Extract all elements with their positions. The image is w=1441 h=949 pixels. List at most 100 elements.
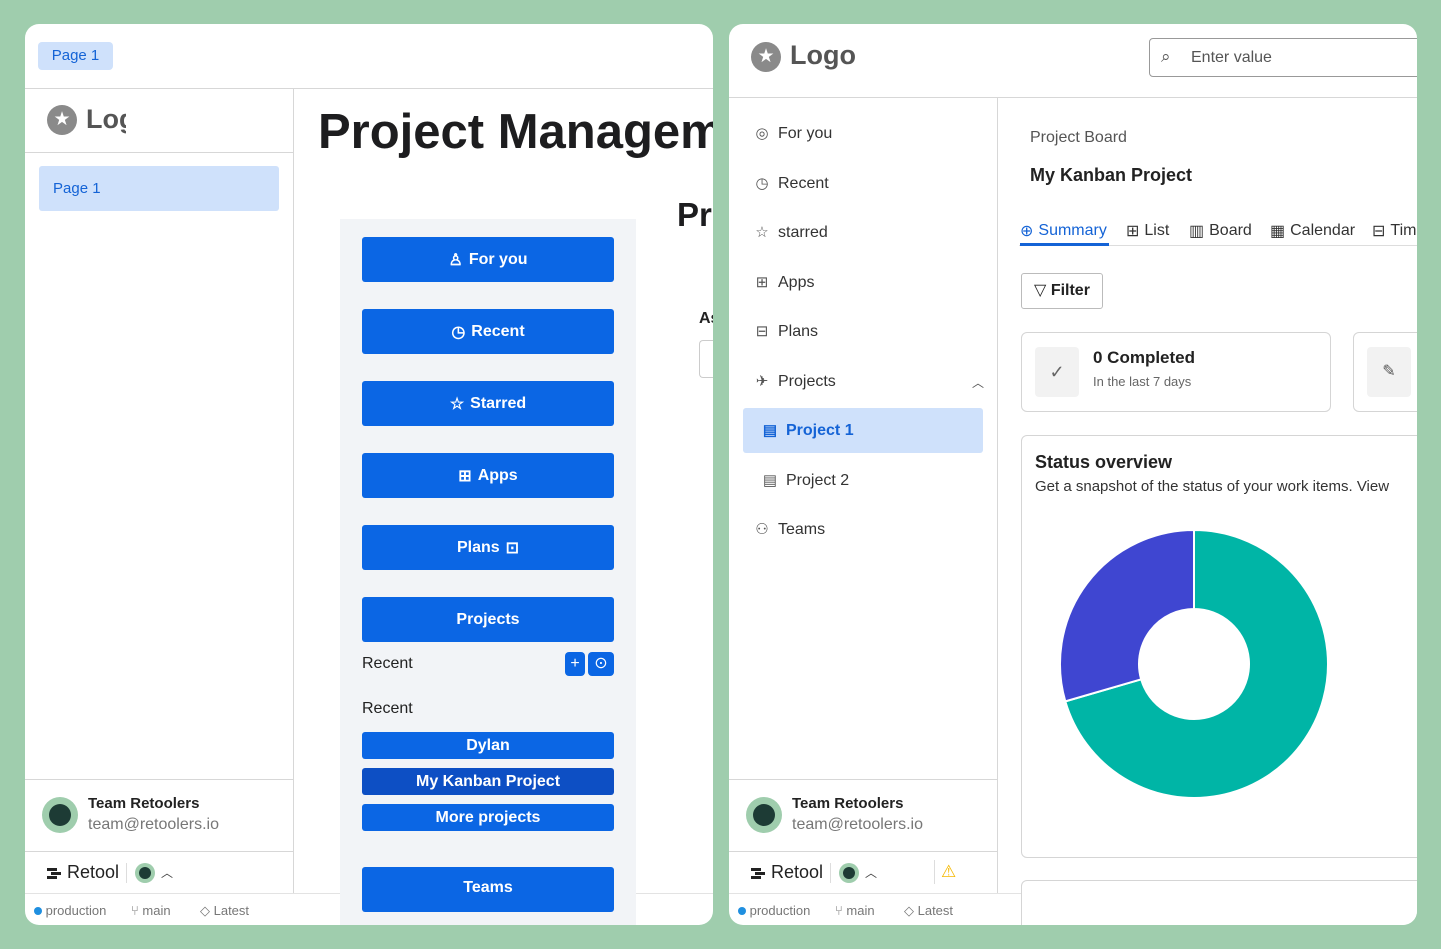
sidebar-item-apps[interactable]: ⊞ Apps (754, 274, 984, 292)
divider (830, 863, 831, 883)
active-tab-indicator (1020, 243, 1109, 246)
sidebar-item-teams[interactable]: ⚇ Teams (754, 521, 984, 539)
more-projects-button[interactable]: More projects (362, 804, 614, 831)
status-overview-card: Status overview Get a snapshot of the st… (1021, 435, 1417, 858)
retool-label: Retool (771, 862, 824, 882)
divider (25, 779, 293, 780)
search-input[interactable]: ⌕ Enter value (1149, 38, 1417, 77)
user-name: Team Retoolers (792, 795, 904, 812)
tab-list[interactable]: ⊞ List (1126, 221, 1169, 241)
search-placeholder: Enter value (1191, 49, 1272, 66)
completed-stat-card: ✓ 0 Completed In the last 7 days (1021, 332, 1331, 412)
table-icon: ▤ (762, 472, 778, 489)
user-email: team@retoolers.io (88, 816, 219, 833)
chevron-up-icon[interactable]: ︿ (865, 864, 877, 881)
recent-label-2: Recent (362, 700, 413, 717)
env-dot-icon (34, 907, 42, 915)
recent-item-kanban[interactable]: My Kanban Project (362, 768, 614, 795)
star-icon: ☆ (755, 224, 769, 241)
logo-star-icon: ★ (47, 105, 77, 135)
retool-logo-icon (751, 866, 765, 880)
sidebar-item-starred[interactable]: ☆ starred (754, 224, 984, 242)
stat-card-partial: ✎ (1353, 332, 1417, 412)
logo-text: Logo (86, 104, 126, 134)
workspace-avatar[interactable] (839, 863, 859, 883)
page-tab[interactable]: Page 1 (38, 42, 113, 70)
globe-icon: ⊕ (1020, 223, 1034, 240)
sidebar-item-for-you[interactable]: ◎ For you (754, 125, 984, 143)
divider (126, 863, 127, 883)
apps-icon: ⊞ (755, 274, 769, 291)
projects-button[interactable]: Projects (362, 597, 614, 642)
retool-brand[interactable]: Retool (751, 862, 823, 883)
right-app-window: ★ Logo ⌕ Enter value ◎ For you ◷ Recent ☆ s… (729, 24, 1417, 925)
users-icon: ⚇ (755, 521, 769, 538)
section-title: Pr (677, 196, 712, 233)
status-subtitle: Get a snapshot of the status of your wor… (1035, 478, 1390, 495)
env-indicator[interactable]: production (34, 903, 106, 918)
divider (934, 860, 935, 884)
starred-button[interactable]: ☆ Starred (362, 381, 614, 426)
chevron-up-icon[interactable]: ︿ (972, 374, 984, 391)
branch-indicator[interactable]: ⑂ main (131, 903, 171, 918)
stat-title: 0 Completed (1093, 348, 1196, 367)
user-email: team@retoolers.io (792, 816, 923, 833)
retool-brand[interactable]: Retool (47, 862, 119, 883)
donut-slice-in-design[interactable] (1060, 530, 1195, 703)
table-icon: ▤ (762, 422, 778, 439)
sidebar-item-project-1[interactable]: ▤ Project 1 (762, 422, 992, 440)
grid-icon: ⊞ (458, 467, 472, 485)
plans-icon: ⊟ (755, 323, 769, 340)
edit-icon: ✎ (1367, 347, 1411, 397)
user-circle-icon: ◎ (755, 125, 769, 142)
plans-icon: ⊡ (505, 539, 520, 557)
add-icon[interactable]: + (565, 652, 585, 676)
for-you-button[interactable]: ♙ For you (362, 237, 614, 282)
tab-calendar[interactable]: ▦ Calendar (1270, 221, 1355, 241)
divider (25, 851, 293, 852)
version-indicator[interactable]: ◇ Latest (904, 903, 953, 919)
divider (293, 88, 294, 893)
recent-button[interactable]: ◷ Recent (362, 309, 614, 354)
env-indicator[interactable]: production (738, 903, 810, 918)
teams-button[interactable]: Teams (362, 867, 614, 912)
divider (729, 97, 1417, 98)
check-circle-icon: ✓ (1035, 347, 1079, 397)
tab-summary[interactable]: ⊕ Summary (1020, 221, 1107, 241)
retool-logo-icon (47, 866, 61, 880)
sidebar-item-page1[interactable]: Page 1 (39, 166, 279, 211)
retool-label: Retool (67, 862, 120, 882)
sidebar-item-projects[interactable]: ✈ Projects ︿ (754, 373, 984, 391)
page-title: Project Management (318, 105, 713, 159)
left-app-window: Page 1 ★ Logo Page 1 Team Retoolers team… (25, 24, 713, 925)
apps-button[interactable]: ⊞ Apps (362, 453, 614, 498)
branch-indicator[interactable]: ⑂ main (835, 903, 875, 918)
logo-star-icon: ★ (751, 42, 781, 72)
sidebar-item-recent[interactable]: ◷ Recent (754, 175, 984, 193)
filter-button[interactable]: ▽ Filter (1021, 273, 1103, 309)
project-name: My Kanban Project (1030, 165, 1193, 185)
workspace-avatar[interactable] (135, 863, 155, 883)
nav-button-panel: ♙ For you ◷ Recent ☆ Starred ⊞ Apps Plans ⊡ P… (340, 219, 636, 925)
person-icon: ♙ (448, 251, 463, 269)
more-icon[interactable]: ⊙ (588, 652, 614, 676)
partial-input[interactable] (699, 340, 713, 378)
chevron-up-icon[interactable]: ︿ (161, 864, 173, 881)
env-dot-icon (738, 907, 746, 915)
sidebar-item-plans[interactable]: ⊟ Plans (754, 323, 984, 341)
warning-icon[interactable]: ⚠ (941, 862, 956, 882)
stat-subtitle: In the last 7 days (1093, 374, 1192, 389)
tab-board[interactable]: ▥ Board (1189, 221, 1252, 241)
timeline-icon: ⊟ (1372, 223, 1386, 240)
next-card-partial (1021, 880, 1417, 925)
list-icon: ⊞ (1126, 223, 1140, 240)
calendar-icon: ▦ (1270, 223, 1286, 240)
star-icon: ☆ (449, 395, 465, 413)
breadcrumb: Project Board (1030, 129, 1127, 146)
avatar (746, 797, 782, 833)
sidebar-item-project-2[interactable]: ▤ Project 2 (762, 472, 992, 490)
version-indicator[interactable]: ◇ Latest (200, 903, 249, 919)
recent-item-dylan[interactable]: Dylan (362, 732, 614, 759)
tab-timeline[interactable]: ⊟ Tim (1372, 221, 1416, 241)
plans-button[interactable]: Plans ⊡ (362, 525, 614, 570)
